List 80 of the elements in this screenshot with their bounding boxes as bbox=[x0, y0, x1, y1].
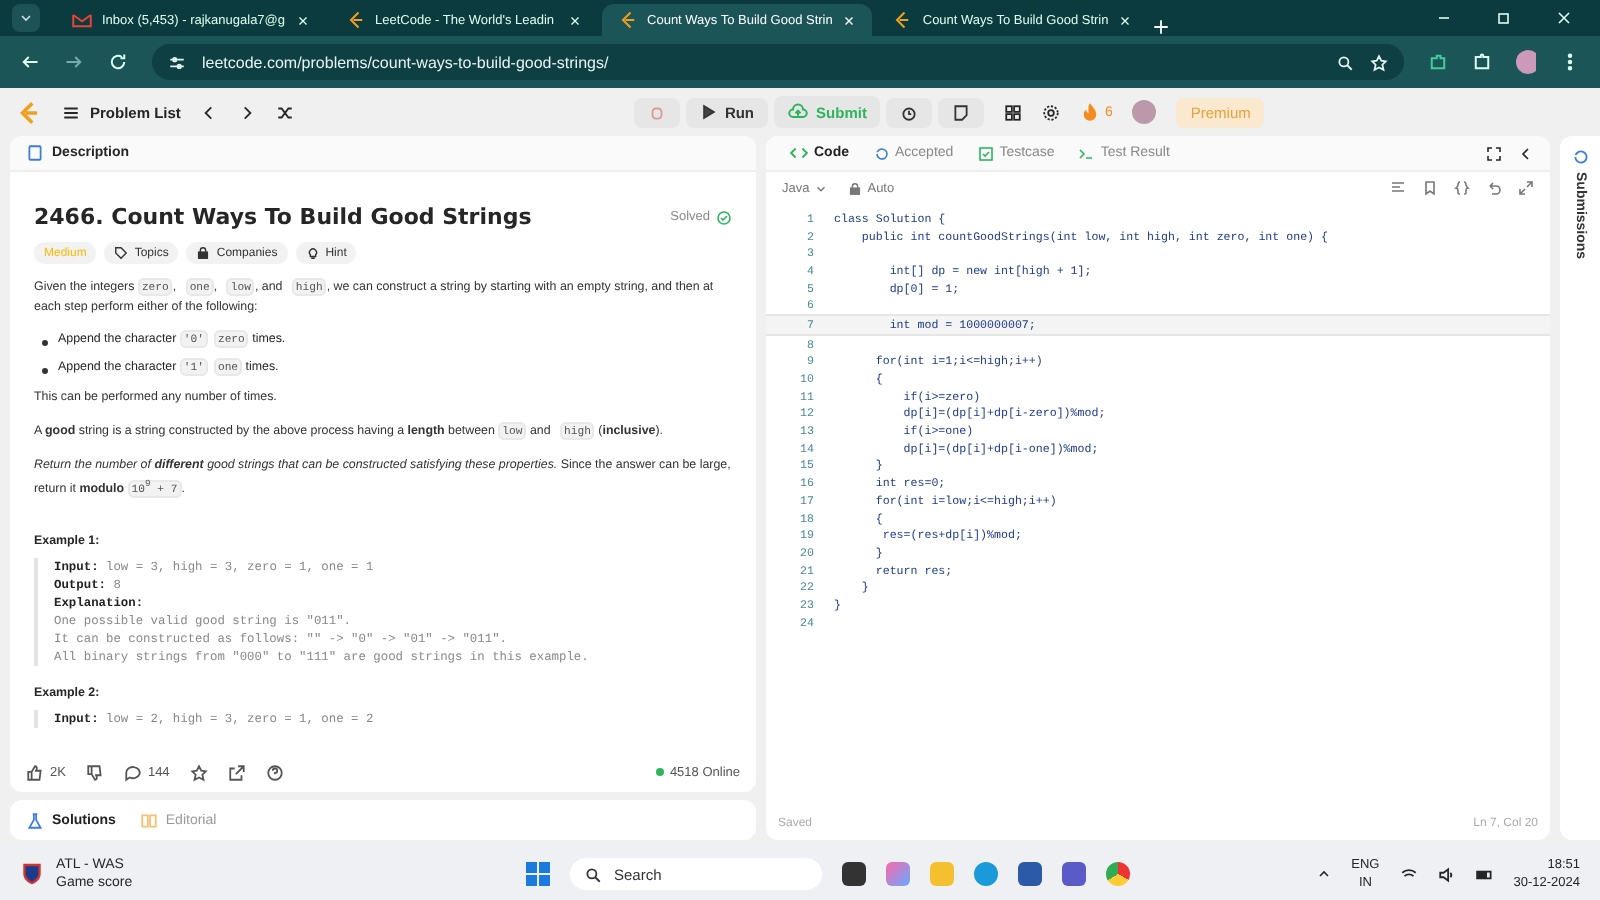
braces-icon[interactable] bbox=[1454, 180, 1470, 196]
lock-icon bbox=[196, 246, 211, 260]
profile-avatar[interactable] bbox=[1516, 50, 1536, 74]
shuffle-icon[interactable] bbox=[276, 103, 295, 121]
play-icon bbox=[700, 104, 717, 120]
chevron-up-icon[interactable] bbox=[1315, 866, 1332, 882]
help-icon[interactable] bbox=[265, 763, 284, 781]
undo-icon[interactable] bbox=[1486, 180, 1502, 196]
copilot-icon[interactable] bbox=[886, 862, 910, 886]
history-icon bbox=[1571, 148, 1589, 166]
mail-icon bbox=[72, 10, 92, 30]
flame-icon bbox=[1080, 102, 1101, 122]
star-icon[interactable] bbox=[189, 763, 208, 781]
note-icon bbox=[952, 103, 971, 121]
leetcode-logo-icon bbox=[345, 10, 366, 30]
terminal-icon bbox=[1078, 145, 1095, 161]
back-icon[interactable] bbox=[20, 52, 40, 72]
alarm-clock-icon bbox=[900, 103, 919, 121]
bookmark-star-icon[interactable] bbox=[1370, 53, 1388, 71]
bullet-dot bbox=[42, 340, 48, 346]
alarm-button[interactable] bbox=[886, 97, 933, 127]
forward-icon[interactable] bbox=[64, 52, 84, 72]
task-view-icon[interactable] bbox=[842, 862, 866, 886]
close-icon bbox=[567, 13, 582, 27]
thumbs-up-icon bbox=[26, 763, 44, 781]
search-icon bbox=[584, 865, 602, 883]
flask-icon bbox=[26, 811, 44, 829]
chrome-browser-icon[interactable] bbox=[1106, 862, 1130, 886]
close-icon bbox=[295, 13, 310, 27]
book-icon bbox=[139, 811, 158, 829]
lock-icon bbox=[847, 181, 862, 195]
cloud-upload-icon bbox=[788, 102, 809, 122]
reload-icon[interactable] bbox=[108, 52, 128, 72]
comment-icon bbox=[123, 763, 142, 781]
settings-icon[interactable] bbox=[1042, 103, 1061, 121]
puzzle-icon[interactable] bbox=[1472, 52, 1492, 72]
code-icon bbox=[790, 144, 808, 162]
speaker-icon[interactable] bbox=[1437, 865, 1456, 883]
document-icon bbox=[26, 144, 44, 162]
teams-icon[interactable] bbox=[1062, 862, 1086, 886]
share-icon[interactable] bbox=[227, 763, 246, 781]
shield-icon bbox=[20, 862, 44, 886]
start-button[interactable] bbox=[526, 862, 550, 886]
history-icon bbox=[873, 145, 889, 161]
format-icon[interactable] bbox=[1390, 180, 1406, 196]
leetcode-logo-icon bbox=[617, 10, 638, 30]
expand-icon[interactable] bbox=[1518, 180, 1534, 196]
chevron-down-icon bbox=[18, 10, 34, 26]
tag-icon bbox=[114, 246, 129, 260]
list-icon bbox=[62, 103, 80, 121]
extension-icon[interactable] bbox=[1428, 52, 1448, 72]
tab-search-button[interactable] bbox=[12, 4, 40, 32]
leetcode-logo-icon bbox=[892, 10, 913, 30]
site-info-icon bbox=[168, 53, 186, 71]
address-bar[interactable]: leetcode.com/problems/count-ways-to-build-good-strings/ bbox=[152, 44, 1404, 80]
edge-browser-icon[interactable] bbox=[974, 862, 998, 886]
restore-icon[interactable] bbox=[1496, 10, 1512, 26]
close-icon bbox=[1118, 13, 1133, 27]
bookmark-icon[interactable] bbox=[1422, 180, 1438, 196]
collapse-icon[interactable] bbox=[1518, 145, 1534, 161]
fullscreen-icon[interactable] bbox=[1486, 145, 1502, 161]
notes-button[interactable] bbox=[938, 97, 985, 127]
close-icon[interactable] bbox=[1556, 10, 1572, 26]
new-tab-icon[interactable] bbox=[1152, 18, 1171, 36]
zoom-icon bbox=[1336, 53, 1354, 71]
close-icon bbox=[842, 13, 857, 27]
problem-title: 2466. Count Ways To Build Good Strings bbox=[34, 204, 532, 230]
online-dot bbox=[655, 768, 664, 776]
layout-grid-icon[interactable] bbox=[1004, 103, 1023, 121]
url-text: leetcode.com/problems/count-ways-to-build-good-strings/ bbox=[202, 53, 609, 71]
thumbs-down-icon[interactable] bbox=[85, 763, 104, 781]
battery-icon[interactable] bbox=[1475, 865, 1494, 883]
lightbulb-icon bbox=[305, 246, 320, 260]
check-circle-icon bbox=[716, 209, 732, 225]
bug-icon bbox=[648, 103, 667, 121]
store-icon[interactable] bbox=[1018, 862, 1042, 886]
checkbox-icon bbox=[977, 145, 994, 161]
chevron-down-icon bbox=[813, 181, 828, 195]
bullet-dot bbox=[42, 368, 48, 374]
wifi-icon[interactable] bbox=[1399, 865, 1418, 883]
